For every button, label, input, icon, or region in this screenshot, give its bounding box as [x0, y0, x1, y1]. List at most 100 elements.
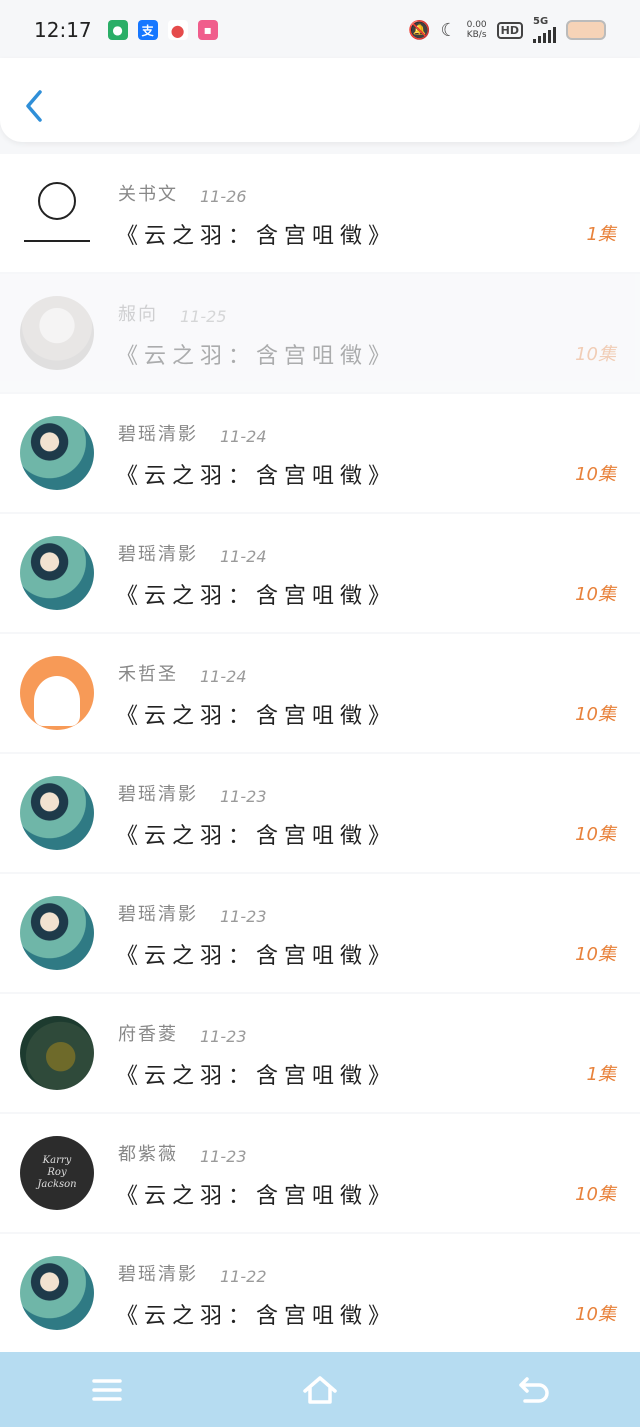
avatar — [20, 1016, 94, 1090]
list-item[interactable]: 碧瑶清影 11-24 《云之羽：含宫咀徵》 10集 — [0, 394, 640, 512]
wechat-icon: ● — [107, 20, 128, 40]
episode-count: 10集 — [575, 824, 616, 845]
system-nav-bar — [0, 1352, 640, 1427]
episode-count: 10集 — [575, 464, 616, 485]
moon-icon: ☾ — [440, 19, 457, 41]
meta-line: 府香菱 11-23 — [118, 1020, 247, 1046]
episode-count: 10集 — [575, 704, 616, 725]
date-label: 11-23 — [200, 1027, 247, 1046]
date-label: 11-22 — [220, 1267, 267, 1286]
signal-icon — [533, 27, 556, 43]
signal-group: 5G — [533, 17, 556, 43]
list-item[interactable]: 碧瑶清影 11-24 《云之羽：含宫咀徵》 10集 — [0, 514, 640, 632]
list-item[interactable]: 禾哲圣 11-24 《云之羽：含宫咀徵》 10集 — [0, 634, 640, 752]
drama-title: 《云之羽：含宫咀徵》 — [116, 1304, 397, 1329]
episode-count: 10集 — [575, 1184, 616, 1205]
list-item[interactable]: 关书文 11-26 《云之羽：含宫咀徵》 1集 — [0, 154, 640, 272]
avatar-text: Jackson — [37, 1179, 77, 1190]
date-label: 11-24 — [220, 427, 267, 446]
back-button[interactable] — [18, 86, 52, 126]
avatar — [20, 896, 94, 970]
chevron-left-icon — [26, 90, 42, 122]
meme-caption-bar — [24, 234, 90, 242]
date-label: 11-23 — [200, 1147, 247, 1166]
top-header — [0, 58, 640, 142]
status-bar-left: 12:17 ● 支 ● ▪ — [34, 18, 218, 42]
drama-title: 《云之羽：含宫咀徵》 — [116, 344, 397, 369]
avatar — [20, 296, 94, 370]
date-label: 11-24 — [220, 547, 267, 566]
battery-icon — [566, 20, 606, 40]
date-label: 11-23 — [220, 907, 267, 926]
meta-line: 关书文 11-26 — [118, 180, 247, 206]
date-label: 11-24 — [200, 667, 247, 686]
maps-icon: ● — [167, 20, 188, 40]
user-name: 禾哲圣 — [118, 664, 178, 685]
episode-count: 10集 — [575, 944, 616, 965]
date-label: 11-25 — [180, 307, 227, 326]
avatar-text: Roy — [47, 1167, 67, 1178]
home-icon — [303, 1375, 337, 1404]
speed-value: 0.00 — [466, 20, 487, 30]
user-name: 碧瑶清影 — [118, 784, 198, 805]
list-item[interactable]: 碧瑶清影 11-23 《云之羽：含宫咀徵》 10集 — [0, 754, 640, 872]
meta-line: 赧向 11-25 — [118, 300, 227, 326]
user-name: 都紫薇 — [118, 1144, 178, 1165]
user-name: 关书文 — [118, 184, 178, 205]
episode-count: 10集 — [575, 1304, 616, 1325]
drama-title: 《云之羽：含宫咀徵》 — [116, 944, 397, 969]
date-label: 11-23 — [220, 787, 267, 806]
user-name: 碧瑶清影 — [118, 544, 198, 565]
user-name: 碧瑶清影 — [118, 424, 198, 445]
menu-icon — [91, 1378, 122, 1401]
status-time: 12:17 — [34, 18, 92, 42]
episode-count: 10集 — [575, 344, 616, 365]
system-back-button[interactable] — [513, 1370, 553, 1410]
drama-title: 《云之羽：含宫咀徵》 — [116, 1064, 397, 1089]
episode-count: 1集 — [586, 1064, 616, 1085]
back-icon — [519, 1376, 549, 1403]
episode-list: 关书文 11-26 《云之羽：含宫咀徵》 1集 赧向 11-25 《云之羽：含宫咀徵》 10集… — [0, 154, 640, 1354]
network-speed: 0.00 KB/s — [467, 20, 487, 40]
meta-line: 碧瑶清影 11-23 — [118, 780, 267, 806]
avatar — [20, 416, 94, 490]
mute-icon: 🔕 — [408, 19, 431, 41]
list-item[interactable]: 碧瑶清影 11-23 《云之羽：含宫咀徵》 10集 — [0, 874, 640, 992]
app-icon: ▪ — [197, 20, 218, 40]
meta-line: 碧瑶清影 11-23 — [118, 900, 267, 926]
date-label: 11-26 — [200, 187, 247, 206]
alipay-icon: 支 — [137, 20, 158, 40]
meta-line: 碧瑶清影 11-24 — [118, 420, 267, 446]
network-type: 5G — [533, 16, 549, 27]
avatar — [20, 1256, 94, 1330]
user-name: 赧向 — [118, 304, 158, 325]
drama-title: 《云之羽：含宫咀徵》 — [116, 584, 397, 609]
drama-title: 《云之羽：含宫咀徵》 — [116, 824, 397, 849]
avatar — [20, 776, 94, 850]
meta-line: 碧瑶清影 11-24 — [118, 540, 267, 566]
user-name: 碧瑶清影 — [118, 1264, 198, 1285]
list-item[interactable]: 府香菱 11-23 《云之羽：含宫咀徵》 1集 — [0, 994, 640, 1112]
avatar — [20, 176, 94, 250]
list-item[interactable]: Karry Roy Jackson 都紫薇 11-23 《云之羽：含宫咀徵》 10集 — [0, 1114, 640, 1232]
meme-face-icon — [38, 182, 76, 220]
meta-line: 禾哲圣 11-24 — [118, 660, 247, 686]
meta-line: 都紫薇 11-23 — [118, 1140, 247, 1166]
user-name: 碧瑶清影 — [118, 904, 198, 925]
list-item[interactable]: 碧瑶清影 11-22 《云之羽：含宫咀徵》 10集 — [0, 1234, 640, 1352]
episode-count: 1集 — [586, 224, 616, 245]
list-item[interactable]: 赧向 11-25 《云之羽：含宫咀徵》 10集 — [0, 274, 640, 392]
speed-unit: KB/s — [466, 30, 487, 40]
meta-line: 碧瑶清影 11-22 — [118, 1260, 267, 1286]
avatar-text: Karry — [42, 1155, 72, 1166]
avatar — [20, 536, 94, 610]
episode-count: 10集 — [575, 584, 616, 605]
user-name: 府香菱 — [118, 1024, 178, 1045]
status-bar-right: 🔕 ☾ 0.00 KB/s HD 5G — [408, 17, 606, 43]
avatar — [20, 656, 94, 730]
drama-title: 《云之羽：含宫咀徵》 — [116, 704, 397, 729]
menu-button[interactable] — [87, 1370, 127, 1410]
home-button[interactable] — [300, 1370, 340, 1410]
drama-title: 《云之羽：含宫咀徵》 — [116, 224, 397, 249]
avatar: Karry Roy Jackson — [20, 1136, 94, 1210]
